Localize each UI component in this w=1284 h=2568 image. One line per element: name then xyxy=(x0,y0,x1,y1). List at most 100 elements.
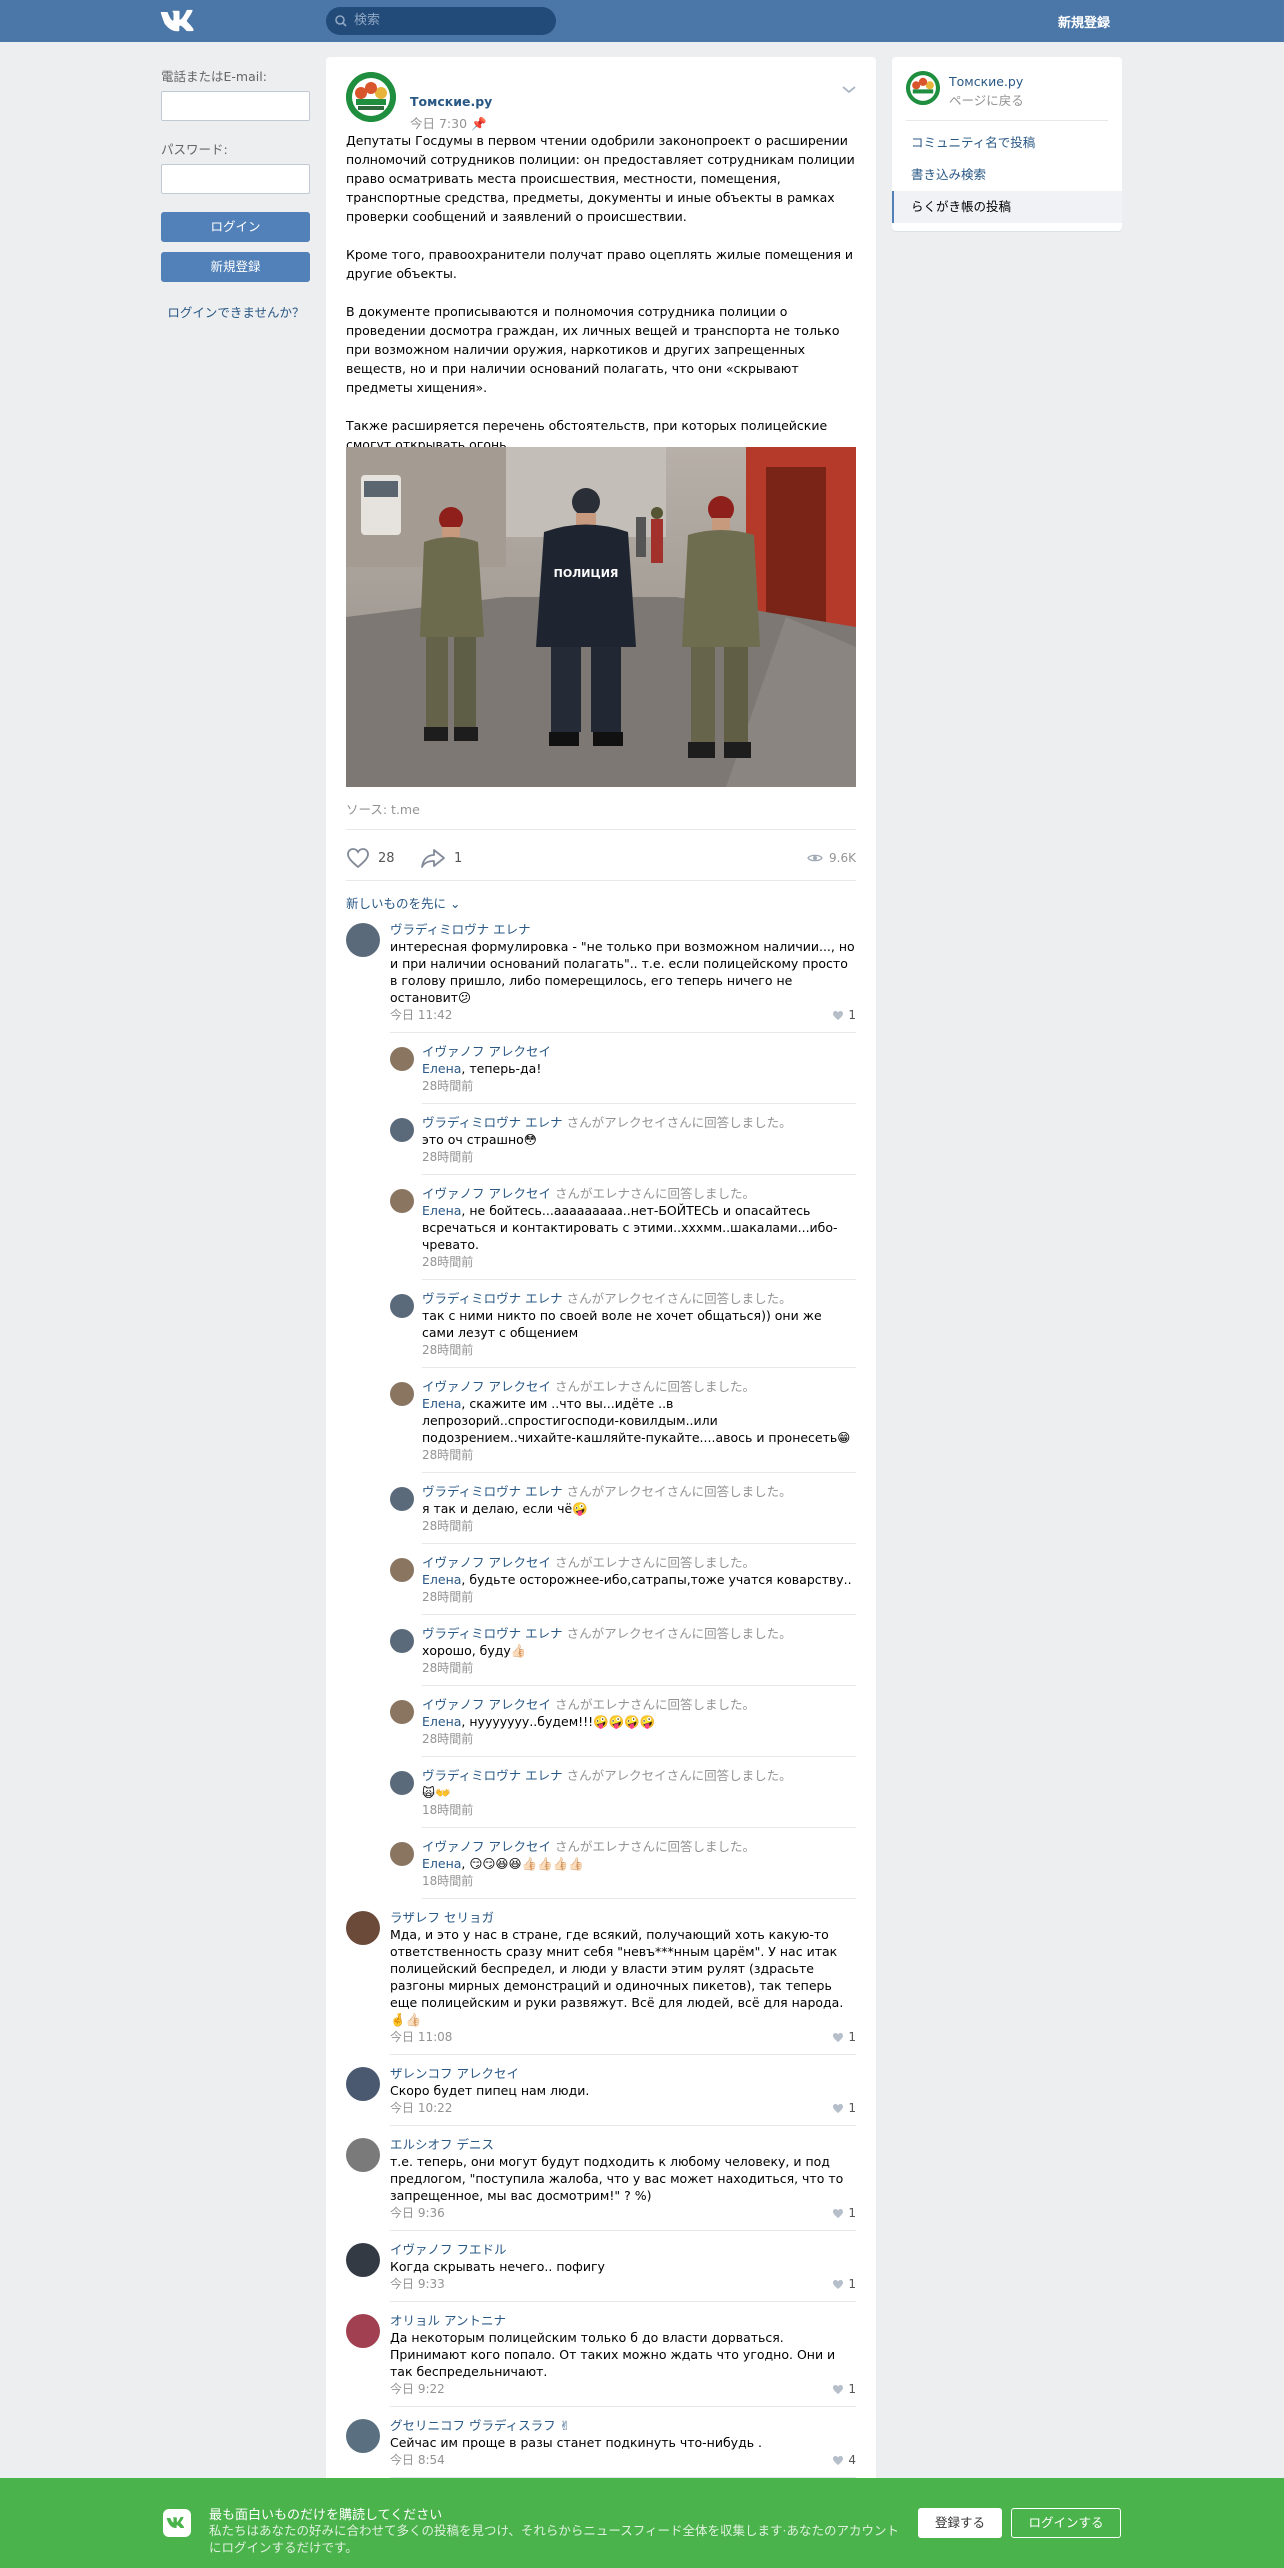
comment-time[interactable]: 28時間前 xyxy=(422,1519,473,1533)
reply-info: さんがアレクセイさんに回答しました。 xyxy=(562,1626,792,1641)
like-button[interactable]: 28 xyxy=(346,847,395,869)
community-avatar-small[interactable] xyxy=(906,71,940,105)
comment-time[interactable]: 今日 11:08 xyxy=(390,2030,452,2044)
comment-time[interactable]: 今日 10:22 xyxy=(390,2101,452,2115)
commenter-name[interactable]: イヴァノフ フエドル xyxy=(390,2242,506,2257)
phone-email-field[interactable] xyxy=(161,91,310,121)
sidebar-item-wall-post[interactable]: らくがき帳の投稿 xyxy=(892,191,1122,223)
comment-like-button[interactable]: 1 xyxy=(832,1006,856,1024)
share-button[interactable]: 1 xyxy=(420,847,462,869)
community-avatar[interactable] xyxy=(346,72,396,122)
comment-like-button[interactable]: 1 xyxy=(832,2380,856,2398)
comment-time[interactable]: 28時間前 xyxy=(422,1448,473,1462)
comment-message: это оч страшно😳 xyxy=(422,1132,537,1147)
sidebar-item-post-search[interactable]: 書き込み検索 xyxy=(892,159,1122,191)
post-source[interactable]: ソース: t.me xyxy=(346,799,420,818)
commenter-avatar[interactable] xyxy=(390,1487,414,1511)
commenter-name[interactable]: イヴァノフ アレクセイ xyxy=(422,1555,551,1570)
commenter-name[interactable]: イヴァノフ アレクセイ xyxy=(422,1044,551,1059)
commenter-avatar[interactable] xyxy=(390,1294,414,1318)
reply-mention-link[interactable]: Елена xyxy=(422,1714,461,1729)
comment-sort-dropdown[interactable]: 新しいものを先に ⌄ xyxy=(346,893,460,912)
reply-mention-link[interactable]: Елена xyxy=(422,1061,461,1076)
comment-like-button[interactable]: 1 xyxy=(832,2099,856,2117)
commenter-name[interactable]: オリョル アントニナ xyxy=(390,2313,506,2328)
post-menu-chevron-icon[interactable] xyxy=(842,82,856,97)
sidebar-item-community-posts[interactable]: コミュニティ名で投稿 xyxy=(892,127,1122,159)
commenter-avatar[interactable] xyxy=(346,2419,380,2453)
register-link[interactable]: 新規登録 xyxy=(1058,12,1110,31)
commenter-name[interactable]: イヴァノフ アレクセイ xyxy=(422,1379,551,1394)
forgot-login-link[interactable]: ログインできませんか？ xyxy=(161,302,311,321)
comment-time[interactable]: 今日 9:36 xyxy=(390,2206,445,2220)
commenter-avatar[interactable] xyxy=(390,1118,414,1142)
commenter-avatar[interactable] xyxy=(346,2243,380,2277)
commenter-avatar[interactable] xyxy=(346,2314,380,2348)
comment-like-button[interactable]: 1 xyxy=(832,2204,856,2222)
search-input[interactable]: 検索 xyxy=(326,7,556,35)
commenter-avatar[interactable] xyxy=(390,1629,414,1653)
commenter-avatar[interactable] xyxy=(346,1911,380,1945)
banner-login-button[interactable]: ログインする xyxy=(1011,2508,1121,2538)
commenter-avatar[interactable] xyxy=(346,923,380,957)
commenter-name[interactable]: イヴァノフ アレクセイ xyxy=(422,1839,551,1854)
banner-register-button[interactable]: 登録する xyxy=(918,2508,1002,2538)
comment-time[interactable]: 28時間前 xyxy=(422,1150,473,1164)
register-button[interactable]: 新規登録 xyxy=(161,252,310,282)
commenter-name[interactable]: ザレンコフ アレクセイ xyxy=(390,2066,519,2081)
commenter-name[interactable]: エルシオフ デニス xyxy=(390,2137,494,2152)
comment-time[interactable]: 今日 11:42 xyxy=(390,1008,452,1022)
post-photo[interactable]: ПОЛИЦИЯ xyxy=(346,447,856,787)
comment-like-button[interactable]: 4 xyxy=(832,2451,856,2469)
comment-time[interactable]: 18時間前 xyxy=(422,1803,473,1817)
commenter-avatar[interactable] xyxy=(390,1189,414,1213)
commenter-name[interactable]: ラザレフ セリョガ xyxy=(390,1910,494,1925)
commenter-avatar[interactable] xyxy=(390,1771,414,1795)
password-field[interactable] xyxy=(161,164,310,194)
comment-time[interactable]: 今日 8:54 xyxy=(390,2453,445,2467)
comment-like-button[interactable]: 1 xyxy=(832,2275,856,2293)
login-button[interactable]: ログイン xyxy=(161,212,310,242)
phone-label: 電話またはE-mail: xyxy=(161,69,267,84)
comment-like-button[interactable]: 1 xyxy=(832,2028,856,2046)
reply-mention-link[interactable]: Елена xyxy=(422,1396,461,1411)
commenter-name[interactable]: イヴァノフ アレクセイ xyxy=(422,1186,551,1201)
commenter-avatar[interactable] xyxy=(346,2138,380,2172)
comment-meta: 28時間前 xyxy=(422,1517,856,1535)
commenter-name[interactable]: グセリニコフ ヴラディスラフ ✌ xyxy=(390,2418,570,2433)
comment-time[interactable]: 今日 9:22 xyxy=(390,2382,445,2396)
commenter-avatar[interactable] xyxy=(390,1382,414,1406)
commenter-name[interactable]: ヴラディミロヴナ エレナ xyxy=(390,922,531,937)
post-author[interactable]: Томские.ру xyxy=(410,94,492,109)
comment-time[interactable]: 28時間前 xyxy=(422,1590,473,1604)
commenter-name[interactable]: ヴラディミロヴナ エレナ xyxy=(422,1115,563,1130)
comment-meta: 18時間前 xyxy=(422,1801,856,1819)
reply-mention-link[interactable]: Елена xyxy=(422,1856,461,1871)
back-to-page-link[interactable]: ページに戻る xyxy=(949,90,1024,109)
commenter-name[interactable]: ヴラディミロヴナ エレナ xyxy=(422,1768,563,1783)
commenter-name[interactable]: ヴラディミロヴナ エレナ xyxy=(422,1291,563,1306)
comment-time[interactable]: 18時間前 xyxy=(422,1874,473,1888)
reply-mention-link[interactable]: Елена xyxy=(422,1203,461,1218)
comment-like-count: 1 xyxy=(848,2277,856,2291)
community-name-link[interactable]: Томские.ру xyxy=(949,74,1023,89)
commenter-avatar[interactable] xyxy=(390,1842,414,1866)
comment-time[interactable]: 28時間前 xyxy=(422,1343,473,1357)
commenter-avatar[interactable] xyxy=(390,1700,414,1724)
reply-mention-link[interactable]: Елена xyxy=(422,1572,461,1587)
comment-time[interactable]: 28時間前 xyxy=(422,1661,473,1675)
comment-body: ヴラディミロヴナ エレナ さんがアレクセイさんに回答しました。 так с ним… xyxy=(422,1290,856,1368)
vk-logo-icon[interactable] xyxy=(160,9,194,33)
comment-time[interactable]: 28時間前 xyxy=(422,1079,473,1093)
commenter-avatar[interactable] xyxy=(346,2067,380,2101)
commenter-avatar[interactable] xyxy=(390,1047,414,1071)
comment-like-count: 1 xyxy=(848,2030,856,2044)
comment-time[interactable]: 28時間前 xyxy=(422,1255,473,1269)
commenter-name[interactable]: ヴラディミロヴナ エレナ xyxy=(422,1484,563,1499)
comment-time[interactable]: 28時間前 xyxy=(422,1732,473,1746)
commenter-name[interactable]: イヴァノフ アレクセイ xyxy=(422,1697,551,1712)
views-counter: 9.6K xyxy=(807,851,856,865)
commenter-name[interactable]: ヴラディミロヴナ エレナ xyxy=(422,1626,563,1641)
comment-time[interactable]: 今日 9:33 xyxy=(390,2277,445,2291)
commenter-avatar[interactable] xyxy=(390,1558,414,1582)
